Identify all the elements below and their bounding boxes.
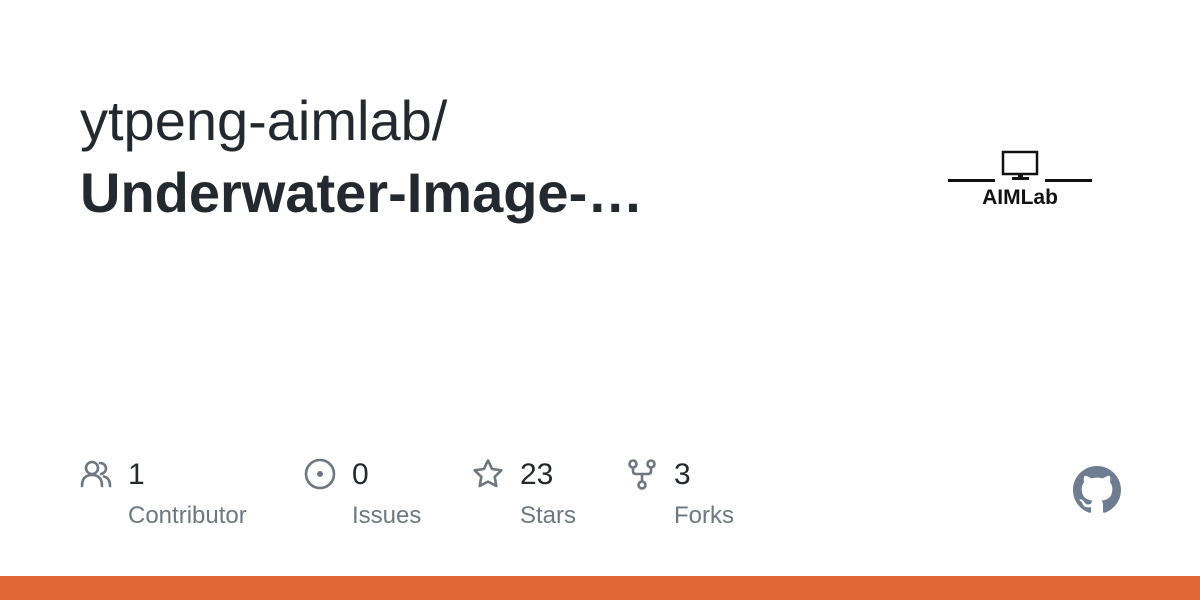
stars-label: Stars [520,502,577,529]
issues-count: 0 [352,458,369,491]
contributors-count: 1 [128,458,145,491]
monitor-icon [948,150,1092,182]
star-icon [473,459,503,488]
issues-label: Issues [352,502,422,529]
language-bar [0,576,1200,600]
repo-stats: 1 Contributor 0 Issues 23 Stars 3 Forks [80,455,800,545]
stars-count: 23 [520,458,554,491]
forks-label: Forks [674,502,734,529]
logo-text: AIMLab [982,186,1058,209]
github-mark-icon[interactable] [1073,466,1121,514]
people-icon [80,460,112,488]
repo-forked-icon [628,459,656,490]
org-logo: AIMLab [946,146,1094,216]
issue-opened-icon [304,458,336,490]
repo-owner[interactable]: ytpeng-aimlab/ [80,88,447,154]
repo-name[interactable]: Underwater-Image-… [80,160,643,226]
forks-count: 3 [674,458,691,491]
contributors-label: Contributor [128,502,247,529]
